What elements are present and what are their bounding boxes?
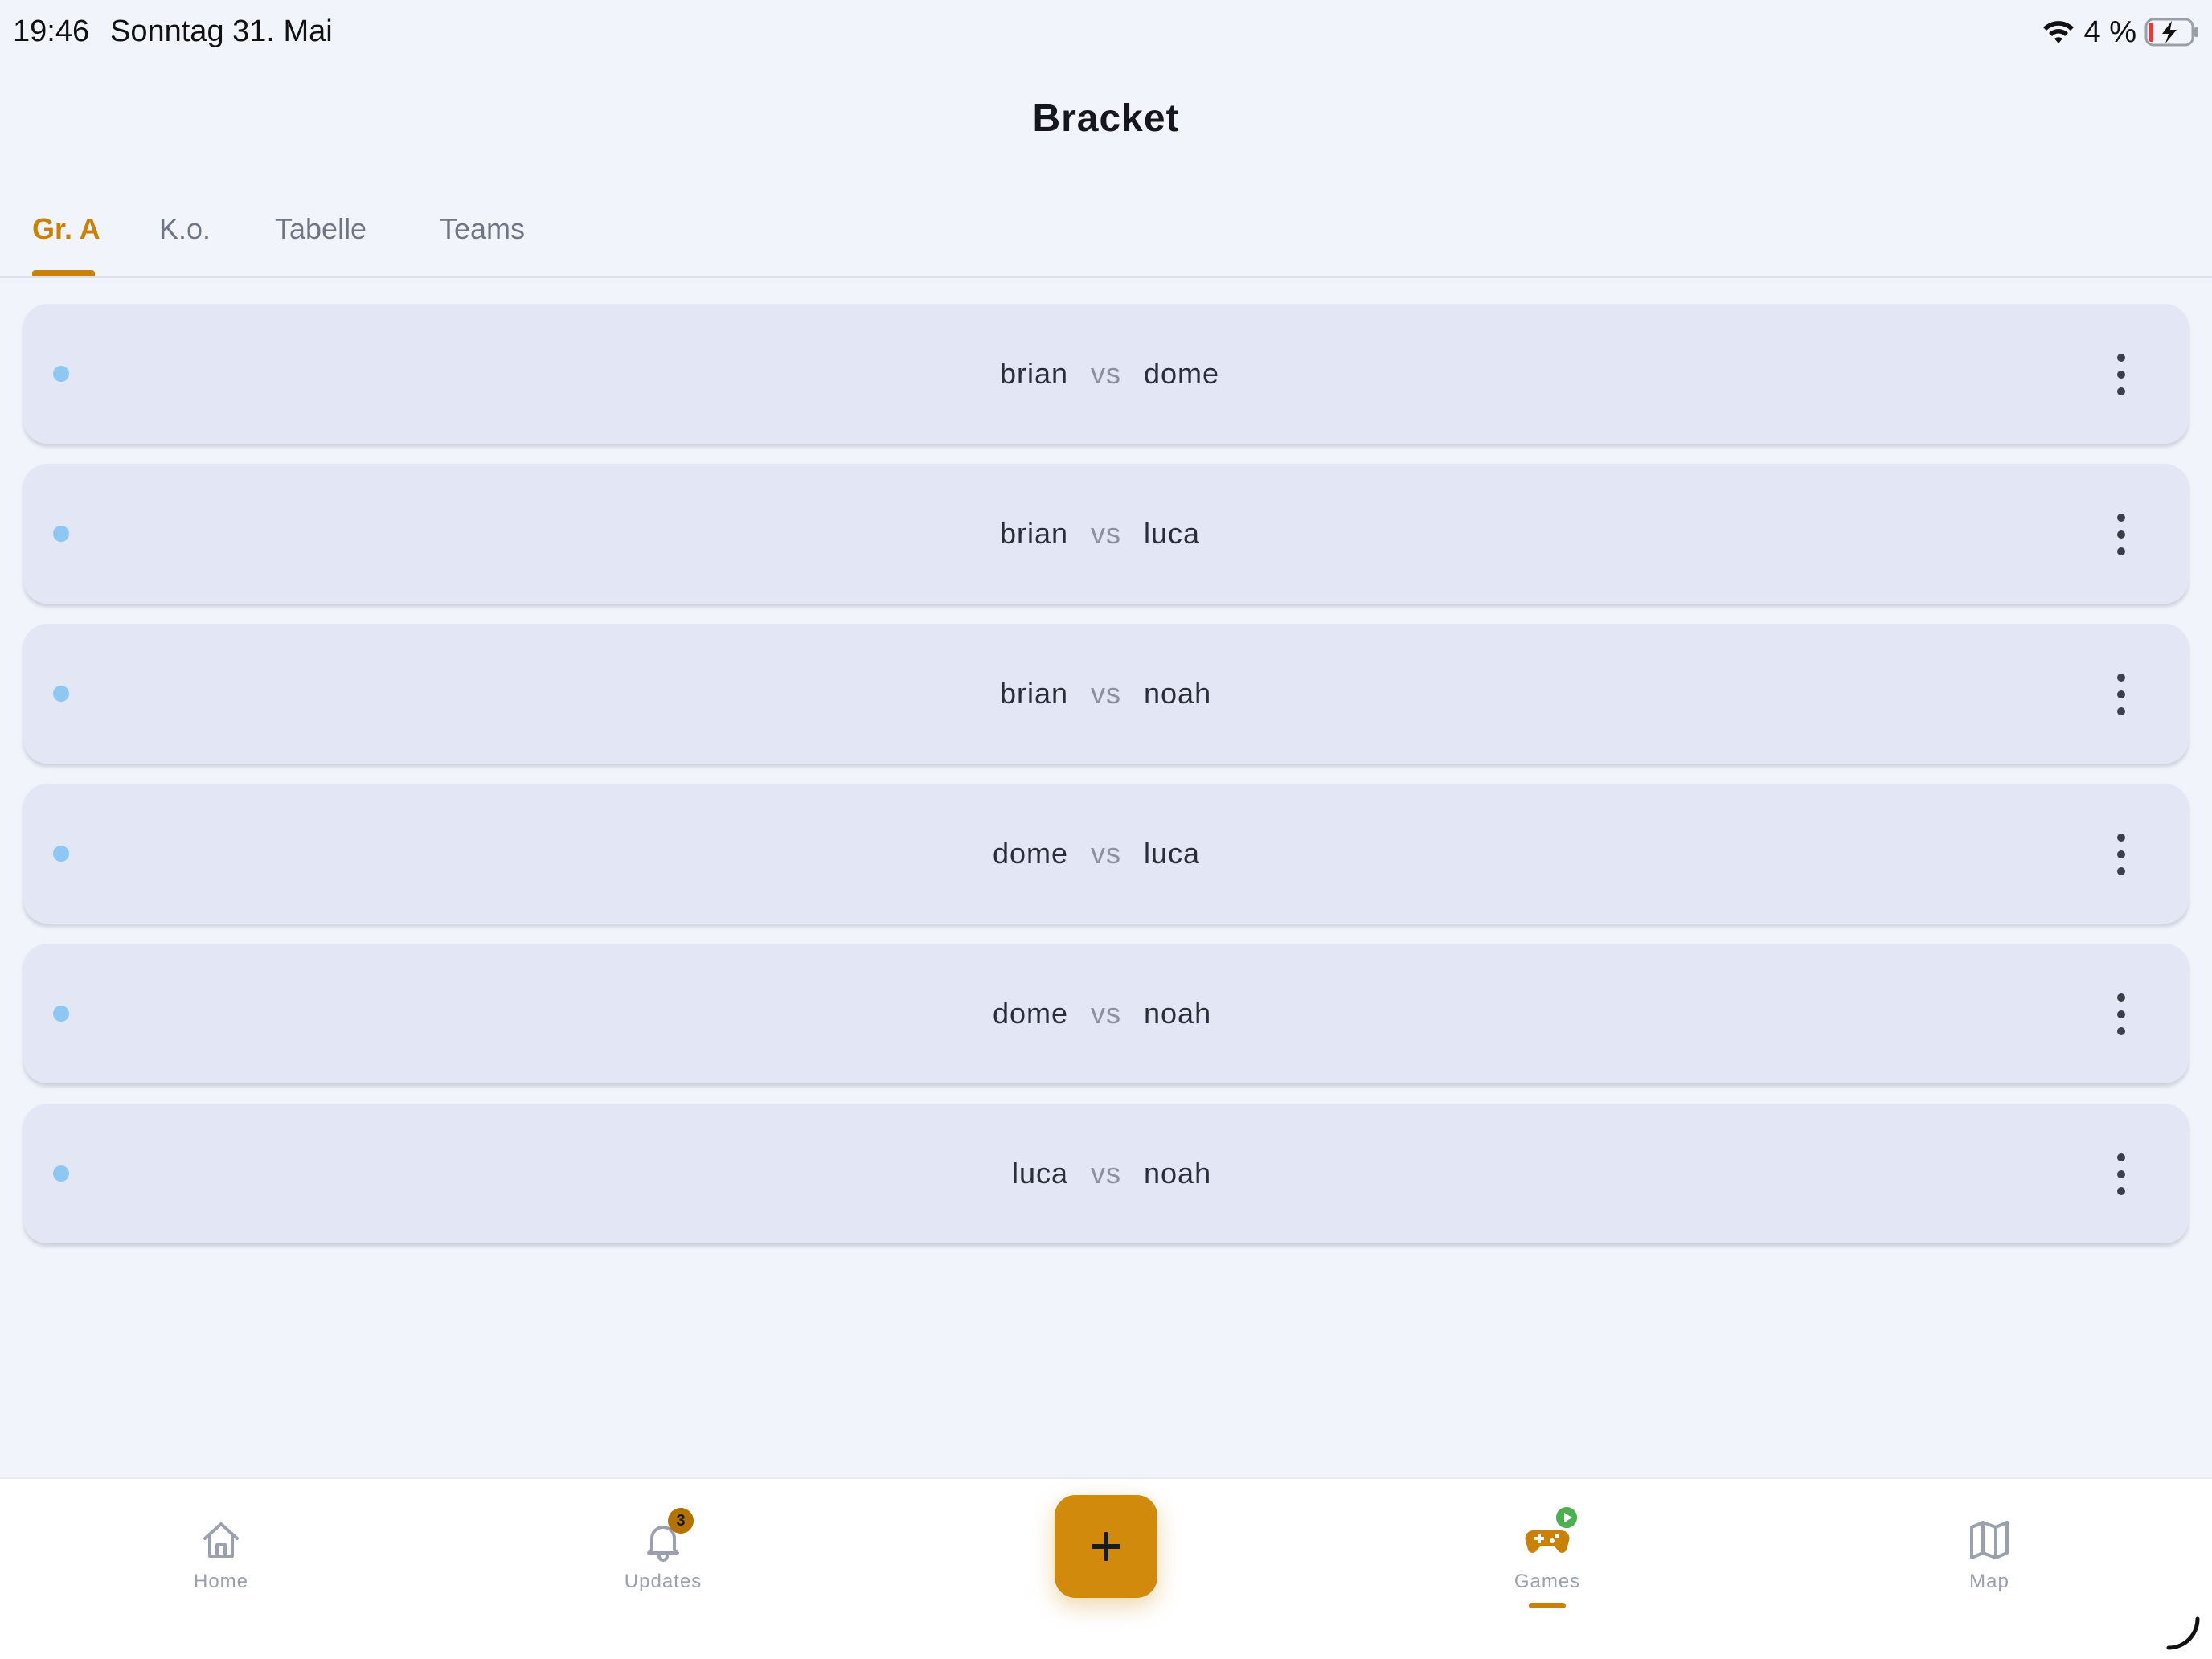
wifi-icon	[2042, 21, 2074, 43]
home-team: dome	[992, 837, 1068, 870]
status-date: Sonntag 31. Mai	[110, 14, 333, 48]
nav-map-label: Map	[1969, 1571, 2009, 1592]
tab-table[interactable]: Tabelle	[275, 212, 367, 246]
status-right: 4 %	[2041, 14, 2201, 50]
matchup: brian vs noah	[23, 624, 2189, 764]
add-game-button[interactable]	[1055, 1495, 1157, 1598]
live-play-badge-icon	[1554, 1505, 1579, 1530]
matchup: luca vs noah	[23, 1104, 2189, 1243]
vs-label: vs	[1091, 677, 1121, 710]
away-team: noah	[1144, 677, 1212, 710]
more-options-icon[interactable]	[2113, 514, 2129, 555]
tab-teams[interactable]: Teams	[440, 212, 525, 246]
home-icon	[195, 1514, 247, 1566]
nav-map[interactable]: Map	[1909, 1514, 2070, 1593]
away-team: luca	[1144, 517, 1201, 550]
match-card[interactable]: brian vs dome	[23, 304, 2189, 444]
match-card[interactable]: brian vs luca	[23, 464, 2189, 604]
corner-indicator-icon	[2166, 1616, 2200, 1650]
home-team: brian	[999, 677, 1068, 710]
more-options-icon[interactable]	[2113, 993, 2129, 1035]
match-card[interactable]: luca vs noah	[23, 1104, 2189, 1243]
more-options-icon[interactable]	[2113, 1153, 2129, 1195]
home-team: brian	[999, 517, 1068, 550]
away-team: noah	[1144, 1157, 1212, 1190]
vs-label: vs	[1091, 357, 1121, 390]
vs-label: vs	[1091, 1157, 1121, 1190]
home-team: brian	[999, 357, 1068, 390]
vs-label: vs	[1091, 517, 1121, 550]
vs-label: vs	[1091, 997, 1121, 1030]
matchup: brian vs dome	[23, 304, 2189, 444]
more-options-icon[interactable]	[2113, 834, 2129, 875]
status-bar: 19:46 Sonntag 31. Mai 4 %	[0, 0, 2212, 64]
away-team: luca	[1144, 837, 1201, 870]
nav-games-label: Games	[1514, 1571, 1581, 1592]
bell-icon: 3	[637, 1508, 694, 1566]
active-tab-indicator	[32, 270, 95, 276]
battery-charging-icon	[2144, 18, 2198, 47]
active-nav-indicator	[1529, 1603, 1566, 1608]
match-list: brian vs dome brian vs luca brian vs noa…	[23, 304, 2189, 1264]
nav-games[interactable]: Games	[1467, 1505, 1628, 1608]
gamepad-icon	[1522, 1505, 1579, 1566]
match-card[interactable]: dome vs luca	[23, 784, 2189, 924]
away-team: dome	[1144, 357, 1220, 390]
plus-icon	[1092, 1532, 1120, 1561]
matchup: brian vs luca	[23, 464, 2189, 604]
home-team: dome	[992, 997, 1068, 1030]
nav-updates-label: Updates	[624, 1571, 703, 1592]
nav-home-label: Home	[193, 1571, 249, 1592]
away-team: noah	[1144, 997, 1212, 1030]
nav-updates[interactable]: 3 Updates	[583, 1508, 743, 1593]
match-card[interactable]: dome vs noah	[23, 944, 2189, 1083]
matchup: dome vs luca	[23, 784, 2189, 924]
tab-knockout[interactable]: K.o.	[159, 212, 211, 246]
battery-percent: 4 %	[2083, 14, 2136, 49]
more-options-icon[interactable]	[2113, 354, 2129, 395]
vs-label: vs	[1091, 837, 1121, 870]
map-icon	[1964, 1514, 2015, 1566]
nav-home[interactable]: Home	[141, 1514, 301, 1593]
match-card[interactable]: brian vs noah	[23, 624, 2189, 764]
tab-bar: Gr. A K.o. Tabelle Teams	[0, 201, 2212, 278]
home-team: luca	[1011, 1157, 1068, 1190]
status-time: 19:46	[13, 14, 90, 48]
tab-group-a[interactable]: Gr. A	[32, 212, 100, 246]
page-title: Bracket	[1032, 97, 1180, 140]
updates-badge: 3	[668, 1508, 694, 1534]
matchup: dome vs noah	[23, 944, 2189, 1083]
more-options-icon[interactable]	[2113, 674, 2129, 715]
